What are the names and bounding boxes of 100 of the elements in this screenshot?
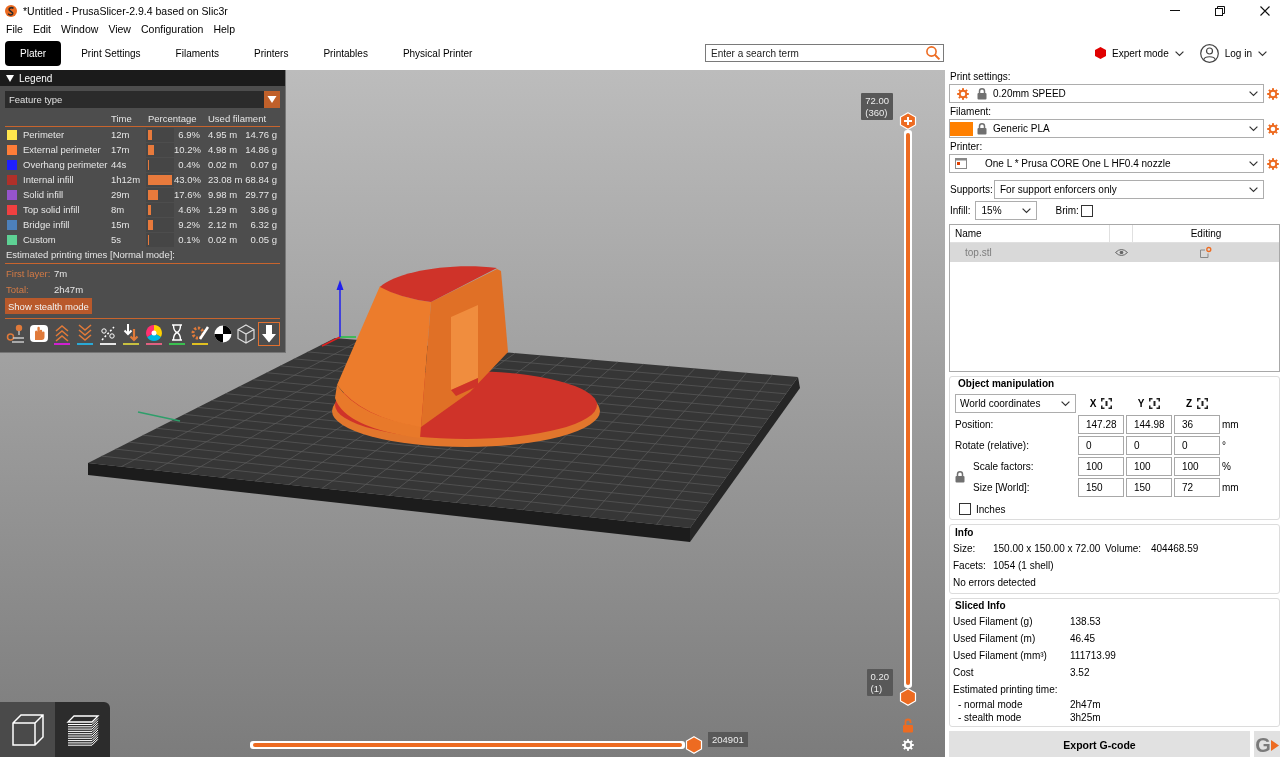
number-input[interactable]: 144.98 [1126, 415, 1172, 434]
search-field[interactable]: Enter a search term [705, 44, 944, 62]
feature-name: Bridge infill [23, 219, 71, 230]
feature-percentage: 6.9% [177, 129, 201, 140]
preview-button[interactable] [55, 702, 110, 757]
view-toggle-button[interactable] [51, 322, 73, 346]
settings-icon[interactable] [1267, 157, 1279, 170]
printer-preset-dropdown[interactable]: One L * Prusa CORE One L HF0.4 nozzle [949, 154, 1264, 173]
bracket-frame-icon[interactable] [1197, 398, 1209, 409]
feature-length: 4.98 m [207, 144, 239, 155]
field-label: Scale factors: [973, 461, 1035, 472]
move-tooltip: 204901 [708, 732, 748, 747]
menu-item[interactable]: File [1, 22, 28, 35]
number-input[interactable]: 147.28 [1078, 415, 1124, 434]
feature-name: Top solid infill [23, 204, 81, 215]
eye-icon[interactable] [1115, 248, 1128, 257]
feature-percentage: 0.4% [177, 159, 201, 170]
tab[interactable]: Filaments [160, 40, 234, 66]
login-button[interactable]: Log in [1199, 43, 1267, 63]
feature-time: 29m [111, 189, 131, 200]
menu-item[interactable]: Edit [27, 22, 56, 35]
tab[interactable]: Printers [238, 40, 304, 66]
number-input[interactable]: 72 [1174, 478, 1220, 497]
coordinates-dropdown[interactable]: World coordinates [955, 394, 1076, 413]
feature-percentage: 9.2% [177, 219, 201, 230]
filament-preset-dropdown[interactable]: Generic PLA [949, 119, 1264, 138]
info-label: Used Filament (mm³) [953, 650, 1048, 661]
menu-item[interactable]: Help [208, 22, 241, 35]
feature-percentage: 0.1% [177, 234, 201, 245]
feature-time: 5s [111, 234, 123, 245]
feature-weight: 29.77 g [244, 189, 278, 200]
number-input[interactable]: 100 [1174, 457, 1220, 476]
view-toggle-button[interactable] [166, 322, 188, 346]
hexagon-handle[interactable] [899, 688, 917, 706]
stealth-mode-button[interactable]: Show stealth mode [5, 298, 92, 314]
number-input[interactable]: 100 [1078, 457, 1124, 476]
supports-dropdown[interactable]: For support enforcers only [994, 180, 1264, 199]
number-input[interactable]: 100 [1126, 457, 1172, 476]
mode-button[interactable]: Expert mode [1095, 47, 1184, 59]
field-label: Brim: [1054, 205, 1079, 216]
feature-time: 15m [111, 219, 131, 230]
field-label: Printer: [949, 140, 984, 154]
tab[interactable]: Printables [308, 40, 383, 66]
hexagon-handle[interactable] [685, 736, 703, 754]
unit-label: mm [1222, 419, 1240, 430]
window-icon [955, 158, 967, 169]
triangle-icon [1270, 739, 1279, 751]
plus-hexagon-handle[interactable] [899, 112, 917, 130]
estimate-title: Estimated printing times [Normal mode]: [5, 248, 176, 262]
settings-icon[interactable] [1267, 122, 1279, 135]
menu-item[interactable]: Window [56, 22, 104, 35]
caret-icon [1249, 187, 1258, 192]
cube-icon [9, 711, 46, 748]
close-icon[interactable] [1260, 5, 1270, 16]
feature-time: 12m [111, 129, 131, 140]
brim-checkbox[interactable] [1080, 204, 1093, 217]
search-icon[interactable] [926, 46, 940, 60]
number-input[interactable]: 36 [1174, 415, 1220, 434]
number-input[interactable]: 150 [1126, 478, 1172, 497]
3d-view-button[interactable] [0, 702, 55, 757]
feature-name: Custom [23, 234, 57, 245]
export-gcode-button[interactable]: Export G-code [949, 731, 1250, 757]
square-dot-icon[interactable] [1200, 247, 1212, 258]
info-label: Size: [953, 543, 977, 554]
layer-height-label: 72.00 [865, 95, 889, 107]
tab[interactable]: Physical Printer [387, 40, 488, 66]
feature-type-dropdown[interactable]: Feature type [5, 91, 280, 108]
bracket-frame-icon[interactable] [1149, 398, 1161, 409]
tab[interactable]: Plater [5, 40, 62, 66]
feature-name: Overhang perimeter [23, 159, 109, 170]
feature-name: External perimeter [23, 144, 102, 155]
field-label: Supports: [949, 184, 994, 195]
settings-icon[interactable] [902, 739, 914, 751]
view-toggle-button[interactable] [258, 322, 280, 346]
number-input[interactable]: 0 [1174, 436, 1220, 455]
legend-header[interactable]: Legend [0, 70, 285, 86]
number-input[interactable]: 0 [1126, 436, 1172, 455]
print-preset-dropdown[interactable]: 0.20mm SPEED [949, 84, 1264, 103]
menu-item[interactable]: Configuration [135, 22, 209, 35]
menu-item[interactable]: View [103, 22, 136, 35]
number-input[interactable]: 0 [1078, 436, 1124, 455]
view-toggle-button[interactable] [74, 322, 96, 346]
info-value: 3h25m [1070, 712, 1102, 723]
infill-dropdown[interactable]: 15% [974, 201, 1037, 220]
wireframe-cube-icon [236, 323, 256, 345]
feature-name: Internal infill [23, 174, 75, 185]
view-toggle-button[interactable] [235, 322, 257, 346]
restore-icon[interactable] [1215, 5, 1225, 16]
color-wheel-icon [144, 323, 164, 345]
info-value: 138.53 [1070, 616, 1102, 627]
number-input[interactable]: 150 [1078, 478, 1124, 497]
view-toggle-button[interactable] [143, 322, 165, 346]
tab[interactable]: Print Settings [66, 40, 156, 66]
feature-length: 2.12 m [207, 219, 239, 230]
view-toggle-button[interactable] [120, 322, 142, 346]
padlock-icon[interactable] [955, 471, 965, 483]
inches-checkbox[interactable] [959, 503, 971, 515]
settings-icon[interactable] [1267, 87, 1279, 100]
view-toggle-button[interactable] [5, 322, 27, 346]
bracket-frame-icon[interactable] [1101, 398, 1113, 409]
